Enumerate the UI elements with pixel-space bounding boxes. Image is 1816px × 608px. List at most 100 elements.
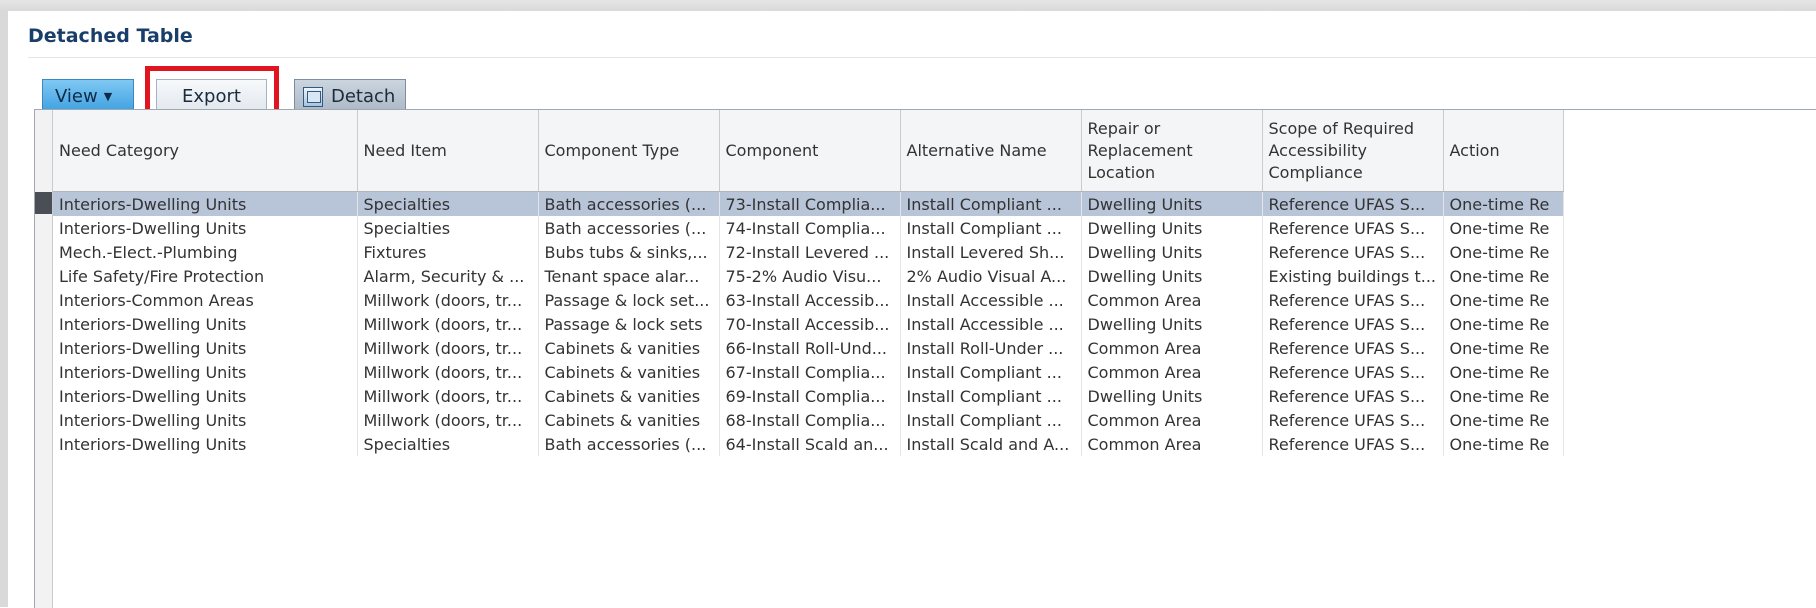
- cell-component-type: Bath accessories (...: [538, 432, 720, 456]
- cell-need-category: Mech.-Elect.-Plumbing: [53, 240, 358, 264]
- cell-need-item: Alarm, Security & ...: [357, 264, 539, 288]
- table-body: Interiors-Dwelling Units Specialties Bath …: [53, 191, 1564, 456]
- cell-component: 75-2% Audio Visu...: [719, 264, 901, 288]
- cell-alternative-name: Install Levered Sh...: [900, 240, 1082, 264]
- column-header-component[interactable]: Component: [719, 110, 901, 192]
- cell-component-type: Cabinets & vanities: [538, 360, 720, 384]
- cell-need-item: Specialties: [357, 432, 539, 456]
- column-header-component-type[interactable]: Component Type: [538, 110, 720, 192]
- cell-scope: Reference UFAS S...: [1262, 216, 1444, 240]
- table-header-row: Need Category Need Item Component Type C…: [53, 110, 1564, 192]
- cell-component-type: Passage & lock sets: [538, 312, 720, 336]
- cell-action: One-time Re: [1443, 336, 1564, 360]
- cell-alternative-name: Install Compliant ...: [900, 216, 1082, 240]
- cell-component: 67-Install Complia...: [719, 360, 901, 384]
- cell-action: One-time Re: [1443, 288, 1564, 312]
- table-row[interactable]: Interiors-Dwelling Units Millwork (doors,…: [53, 312, 1564, 336]
- cell-component-type: Passage & lock set...: [538, 288, 720, 312]
- window-top-strip: [0, 0, 1816, 11]
- cell-need-category: Interiors-Dwelling Units: [53, 312, 358, 336]
- cell-scope: Reference UFAS S...: [1262, 408, 1444, 432]
- window-left-edge: [0, 11, 8, 607]
- data-table: Need Category Need Item Component Type C…: [34, 109, 1816, 608]
- cell-component: 68-Install Complia...: [719, 408, 901, 432]
- cell-alternative-name: Install Roll-Under ...: [900, 336, 1082, 360]
- cell-component: 70-Install Accessib...: [719, 312, 901, 336]
- table-row[interactable]: Interiors-Dwelling Units Specialties Bath …: [53, 216, 1564, 240]
- cell-need-category: Interiors-Dwelling Units: [53, 384, 358, 408]
- cell-scope: Reference UFAS S...: [1262, 384, 1444, 408]
- cell-location: Dwelling Units: [1081, 384, 1263, 408]
- table-row[interactable]: Interiors-Dwelling Units Millwork (doors,…: [53, 384, 1564, 408]
- cell-location: Dwelling Units: [1081, 264, 1263, 288]
- column-header-alternative-name[interactable]: Alternative Name: [900, 110, 1082, 192]
- cell-need-category: Interiors-Dwelling Units: [53, 216, 358, 240]
- cell-scope: Existing buildings t...: [1262, 264, 1444, 288]
- cell-component: 74-Install Complia...: [719, 216, 901, 240]
- panel-title: Detached Table: [28, 25, 193, 47]
- table-row[interactable]: Interiors-Dwelling Units Specialties Bath …: [53, 432, 1564, 456]
- cell-location: Dwelling Units: [1081, 240, 1263, 264]
- detach-button-label: Detach: [331, 86, 396, 107]
- column-header-action[interactable]: Action: [1443, 110, 1564, 192]
- table-row[interactable]: Interiors-Dwelling Units Specialties Bath …: [53, 191, 1564, 216]
- cell-need-item: Specialties: [357, 216, 539, 240]
- cell-scope: Reference UFAS S...: [1262, 336, 1444, 360]
- column-header-need-category[interactable]: Need Category: [53, 110, 358, 192]
- cell-alternative-name: Install Compliant ...: [900, 191, 1082, 216]
- cell-scope: Reference UFAS S...: [1262, 432, 1444, 456]
- cell-need-item: Millwork (doors, tr...: [357, 312, 539, 336]
- cell-scope: Reference UFAS S...: [1262, 240, 1444, 264]
- cell-need-category: Interiors-Dwelling Units: [53, 191, 358, 216]
- cell-need-item: Specialties: [357, 191, 539, 216]
- cell-location: Dwelling Units: [1081, 216, 1263, 240]
- view-button-label: View: [55, 86, 98, 107]
- cell-scope: Reference UFAS S...: [1262, 360, 1444, 384]
- cell-action: One-time Re: [1443, 191, 1564, 216]
- cell-need-category: Interiors-Dwelling Units: [53, 408, 358, 432]
- table-row[interactable]: Interiors-Common Areas Millwork (doors, t…: [53, 288, 1564, 312]
- title-divider: [28, 57, 1816, 58]
- cell-scope: Reference UFAS S...: [1262, 191, 1444, 216]
- cell-action: One-time Re: [1443, 432, 1564, 456]
- column-header-scope[interactable]: Scope of Required Accessibility Complian…: [1262, 110, 1444, 192]
- cell-need-item: Millwork (doors, tr...: [357, 336, 539, 360]
- cell-location: Common Area: [1081, 360, 1263, 384]
- cell-alternative-name: 2% Audio Visual A...: [900, 264, 1082, 288]
- cell-need-category: Life Safety/Fire Protection: [53, 264, 358, 288]
- cell-component: 64-Install Scald an...: [719, 432, 901, 456]
- table-row[interactable]: Interiors-Dwelling Units Millwork (doors,…: [53, 336, 1564, 360]
- cell-action: One-time Re: [1443, 408, 1564, 432]
- cell-scope: Reference UFAS S...: [1262, 312, 1444, 336]
- cell-component: 73-Install Complia...: [719, 191, 901, 216]
- cell-alternative-name: Install Scald and A...: [900, 432, 1082, 456]
- cell-component-type: Cabinets & vanities: [538, 336, 720, 360]
- cell-need-item: Millwork (doors, tr...: [357, 288, 539, 312]
- table-row[interactable]: Interiors-Dwelling Units Millwork (doors,…: [53, 360, 1564, 384]
- cell-component-type: Bath accessories (...: [538, 191, 720, 216]
- cell-component: 63-Install Accessib...: [719, 288, 901, 312]
- selected-row-marker: [35, 192, 52, 214]
- results-table: Need Category Need Item Component Type C…: [53, 110, 1564, 456]
- chevron-down-icon: ▼: [103, 90, 113, 103]
- detach-window-icon: [303, 87, 323, 107]
- cell-action: One-time Re: [1443, 384, 1564, 408]
- cell-alternative-name: Install Compliant ...: [900, 408, 1082, 432]
- cell-action: One-time Re: [1443, 216, 1564, 240]
- cell-component: 72-Install Levered ...: [719, 240, 901, 264]
- cell-location: Dwelling Units: [1081, 191, 1263, 216]
- column-header-need-item[interactable]: Need Item: [357, 110, 539, 192]
- cell-need-item: Millwork (doors, tr...: [357, 408, 539, 432]
- table-row[interactable]: Mech.-Elect.-Plumbing Fixtures Bubs tubs &…: [53, 240, 1564, 264]
- cell-component-type: Cabinets & vanities: [538, 408, 720, 432]
- column-header-location[interactable]: Repair or Replacement Location: [1081, 110, 1263, 192]
- cell-need-category: Interiors-Dwelling Units: [53, 360, 358, 384]
- table-row[interactable]: Life Safety/Fire Protection Alarm, Securi…: [53, 264, 1564, 288]
- cell-component: 66-Install Roll-Und...: [719, 336, 901, 360]
- table-row[interactable]: Interiors-Dwelling Units Millwork (doors,…: [53, 408, 1564, 432]
- cell-need-item: Millwork (doors, tr...: [357, 360, 539, 384]
- cell-location: Common Area: [1081, 336, 1263, 360]
- cell-action: One-time Re: [1443, 312, 1564, 336]
- cell-alternative-name: Install Accessible ...: [900, 288, 1082, 312]
- cell-location: Common Area: [1081, 288, 1263, 312]
